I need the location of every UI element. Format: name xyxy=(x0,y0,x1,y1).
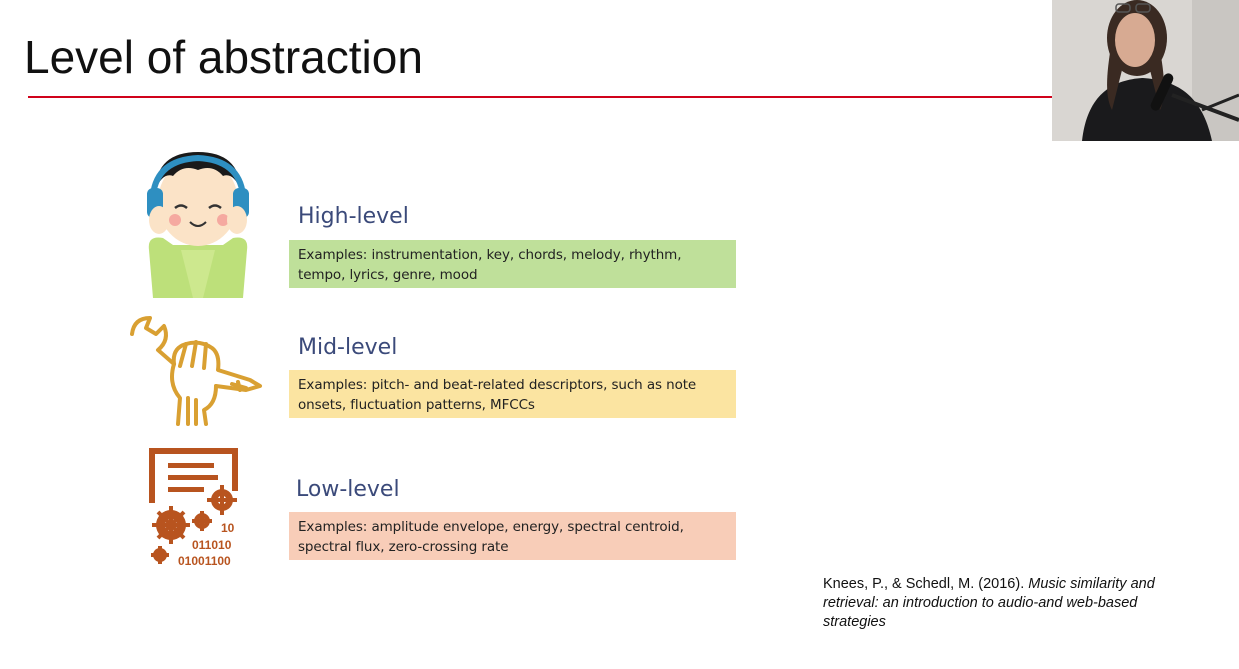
level-title-mid: Mid-level xyxy=(298,335,398,360)
slide-title: Level of abstraction xyxy=(24,31,423,83)
binary-line-2: 011010 xyxy=(192,538,232,552)
level-title-high: High-level xyxy=(298,204,409,229)
binary-line-3: 01001100 xyxy=(178,554,231,568)
hand-holding-wrench-icon xyxy=(128,314,264,431)
child-with-headphones-icon xyxy=(143,150,253,303)
binary-line-1: 10 xyxy=(221,521,235,535)
examples-box-mid: Examples: pitch- and beat-related descri… xyxy=(289,370,736,418)
examples-box-low: Examples: amplitude envelope, energy, sp… xyxy=(289,512,736,560)
examples-box-high: Examples: instrumentation, key, chords, … xyxy=(289,240,736,288)
citation-authors: Knees, P., & Schedl, M. (2016). xyxy=(823,576,1025,592)
title-underline xyxy=(28,96,1058,98)
citation: Knees, P., & Schedl, M. (2016). Music si… xyxy=(823,575,1203,632)
level-title-low: Low-level xyxy=(296,477,400,502)
webcam-video xyxy=(1052,0,1239,141)
document-gears-binary-icon: 10 011010 01001100 xyxy=(146,445,242,576)
